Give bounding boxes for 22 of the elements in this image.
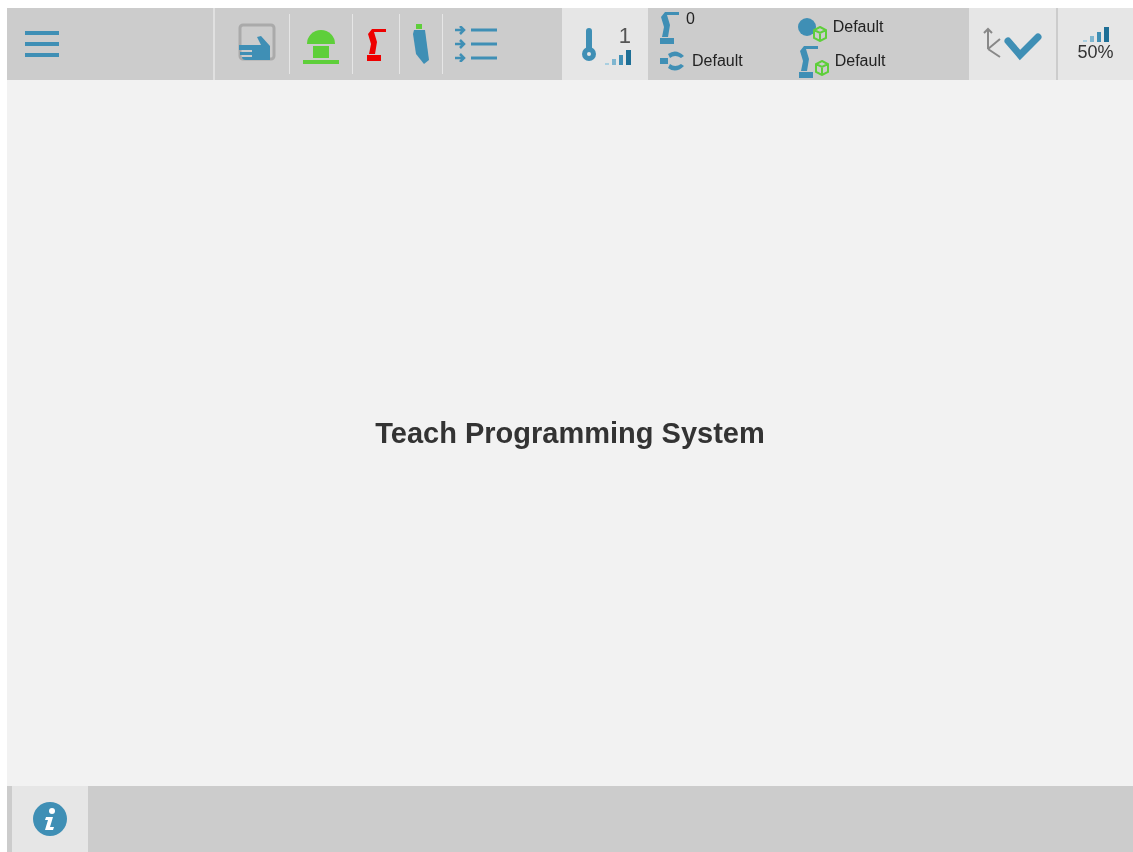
info-button[interactable]: [12, 786, 88, 852]
tool-number: 0: [686, 10, 695, 28]
user-frame: Default: [834, 52, 886, 70]
tool-frame: Default: [692, 52, 743, 70]
page-title: Teach Programming System: [375, 416, 765, 450]
list-arrows-icon: [455, 26, 497, 62]
cube-icon: [814, 60, 829, 76]
user-level: 1: [618, 23, 631, 49]
work-object: Default: [832, 18, 884, 36]
info-icon: [33, 802, 67, 836]
handle-icon: [412, 24, 430, 64]
robot-arm-icon: [365, 27, 387, 61]
robot-arm-icon: [658, 10, 680, 44]
robot-arm-icon: [796, 44, 819, 78]
gripper-icon: [658, 50, 686, 72]
sphere-icon: [796, 17, 817, 37]
signal-bars-icon: [605, 49, 631, 65]
jog-axes-icon: [981, 27, 1044, 61]
cube-icon: [812, 26, 827, 42]
menu-icon: [25, 31, 59, 57]
speed-percent: 50%: [1077, 41, 1114, 63]
signal-bars-icon: [1082, 25, 1109, 42]
